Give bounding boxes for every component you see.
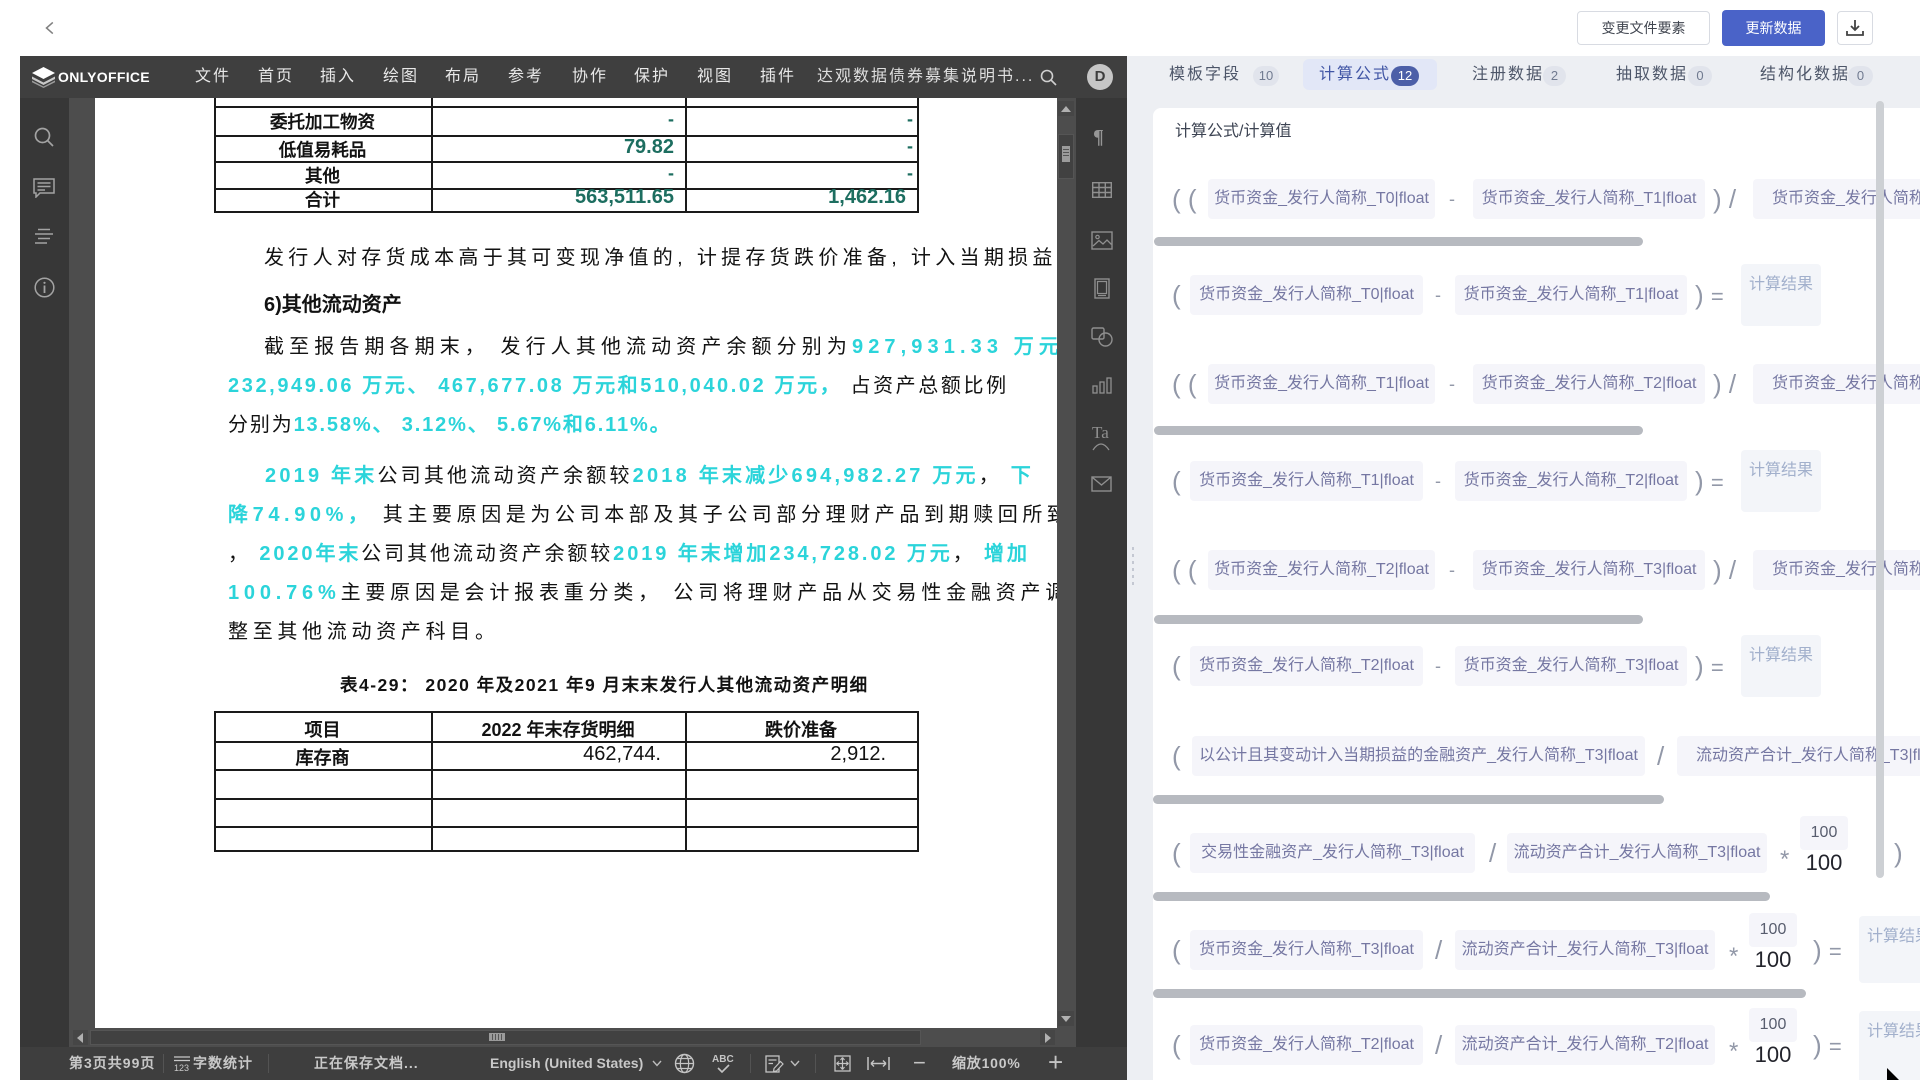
svg-text:123: 123 xyxy=(174,1063,189,1072)
